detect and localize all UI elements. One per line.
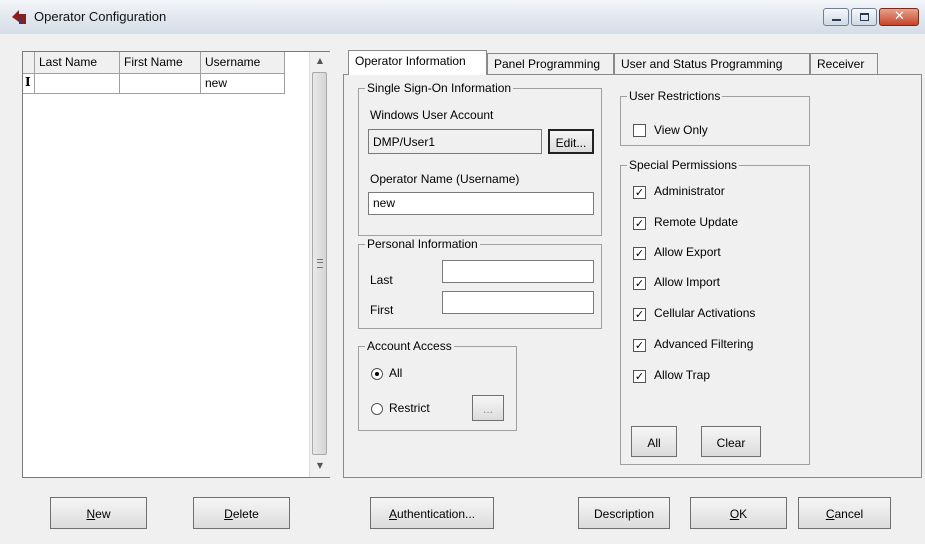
sso-legend: Single Sign-On Information: [367, 81, 512, 95]
personal-info-legend: Personal Information: [367, 237, 478, 251]
column-header-first-name[interactable]: First Name: [120, 52, 201, 74]
remote-update-label[interactable]: Remote Update: [654, 215, 738, 229]
edit-button[interactable]: Edit...: [548, 129, 594, 154]
authentication-button-label: uthentication...: [396, 507, 476, 521]
allow-export-checkbox[interactable]: ✓: [633, 247, 646, 260]
delete-button-label: elete: [232, 507, 259, 521]
new-button-hotkey: N: [86, 507, 96, 521]
maximize-icon: [860, 13, 869, 21]
grid-vertical-scrollbar[interactable]: ▲ ▼: [309, 52, 330, 477]
tab-user-and-status-programming[interactable]: User and Status Programming: [614, 53, 810, 74]
operator-grid[interactable]: Last Name First Name Username I new ▲ ▼: [22, 51, 330, 478]
allow-trap-label[interactable]: Allow Trap: [654, 368, 710, 382]
allow-import-checkbox[interactable]: ✓: [633, 277, 646, 290]
windows-account-field: DMP/User1: [368, 129, 542, 154]
tab-receiver[interactable]: Receiver: [810, 53, 878, 74]
cell-first-name[interactable]: [120, 74, 201, 94]
advanced-filtering-label[interactable]: Advanced Filtering: [654, 337, 753, 351]
windows-account-label: Windows User Account: [370, 108, 494, 122]
administrator-checkbox[interactable]: ✓: [633, 186, 646, 199]
administrator-label[interactable]: Administrator: [654, 184, 725, 198]
tab-panel-programming[interactable]: Panel Programming: [487, 53, 614, 74]
cancel-button[interactable]: Cancel: [798, 497, 891, 529]
all-radio-label[interactable]: All: [389, 366, 402, 380]
title-bar[interactable]: Operator Configuration ✕: [0, 0, 925, 35]
operator-configuration-window: Operator Configuration ✕ Last Name First…: [0, 0, 925, 544]
new-button[interactable]: New: [50, 497, 147, 529]
cellular-activations-checkbox[interactable]: ✓: [633, 308, 646, 321]
cell-username[interactable]: new: [201, 74, 285, 94]
grid-corner: [23, 52, 35, 74]
restrict-radio-label[interactable]: Restrict: [389, 401, 430, 415]
allow-trap-checkbox[interactable]: ✓: [633, 370, 646, 383]
scroll-down-arrow-icon[interactable]: ▼: [310, 457, 330, 475]
operator-information-panel: Single Sign-On Information Windows User …: [343, 74, 922, 478]
column-header-last-name[interactable]: Last Name: [35, 52, 120, 74]
account-access-legend: Account Access: [367, 339, 452, 353]
last-name-input[interactable]: [442, 260, 594, 283]
scroll-thumb[interactable]: [312, 72, 327, 455]
first-label: First: [370, 303, 394, 317]
restrict-browse-button[interactable]: ...: [472, 395, 504, 421]
ok-button[interactable]: OK: [690, 497, 787, 529]
close-button[interactable]: ✕: [879, 8, 919, 26]
restrict-radio[interactable]: [371, 403, 383, 415]
user-restrictions-group: User Restrictions: [620, 89, 810, 146]
tab-operator-information[interactable]: Operator Information: [348, 50, 487, 75]
allow-import-label[interactable]: Allow Import: [654, 275, 720, 289]
minimize-button[interactable]: [823, 8, 849, 26]
first-name-input[interactable]: [442, 291, 594, 314]
minimize-icon: [832, 19, 841, 21]
description-button[interactable]: Description: [578, 497, 670, 529]
select-all-button[interactable]: All: [631, 426, 677, 457]
delete-button[interactable]: Delete: [193, 497, 290, 529]
cellular-activations-label[interactable]: Cellular Activations: [654, 306, 755, 320]
allow-export-label[interactable]: Allow Export: [654, 245, 721, 259]
column-header-username[interactable]: Username: [201, 52, 285, 74]
ok-button-label: K: [739, 507, 748, 521]
delete-button-hotkey: D: [224, 507, 233, 521]
operator-name-label: Operator Name (Username): [370, 172, 520, 186]
maximize-button[interactable]: [851, 8, 877, 26]
operator-name-input[interactable]: new: [368, 192, 594, 215]
new-button-label: ew: [95, 507, 111, 521]
special-permissions-legend: Special Permissions: [629, 158, 738, 172]
all-radio[interactable]: [371, 368, 383, 380]
scroll-up-arrow-icon[interactable]: ▲: [310, 52, 330, 70]
cancel-button-label: ancel: [834, 507, 864, 521]
app-icon: [12, 10, 26, 24]
remote-update-checkbox[interactable]: ✓: [633, 217, 646, 230]
ok-button-hotkey: O: [729, 507, 740, 521]
window-title: Operator Configuration: [34, 9, 167, 24]
advanced-filtering-checkbox[interactable]: ✓: [633, 339, 646, 352]
authentication-button[interactable]: Authentication...: [370, 497, 494, 529]
view-only-checkbox[interactable]: [633, 124, 646, 137]
close-icon: ✕: [894, 9, 905, 24]
view-only-label[interactable]: View Only: [654, 123, 708, 137]
cell-last-name[interactable]: [35, 74, 120, 94]
last-label: Last: [370, 273, 393, 287]
clear-button[interactable]: Clear: [701, 426, 761, 457]
user-restrictions-legend: User Restrictions: [629, 89, 721, 103]
personal-info-group: Personal Information: [358, 237, 602, 329]
row-edit-marker: I: [23, 74, 35, 94]
grip-icon: [317, 259, 323, 268]
authentication-button-hotkey: A: [388, 507, 397, 521]
